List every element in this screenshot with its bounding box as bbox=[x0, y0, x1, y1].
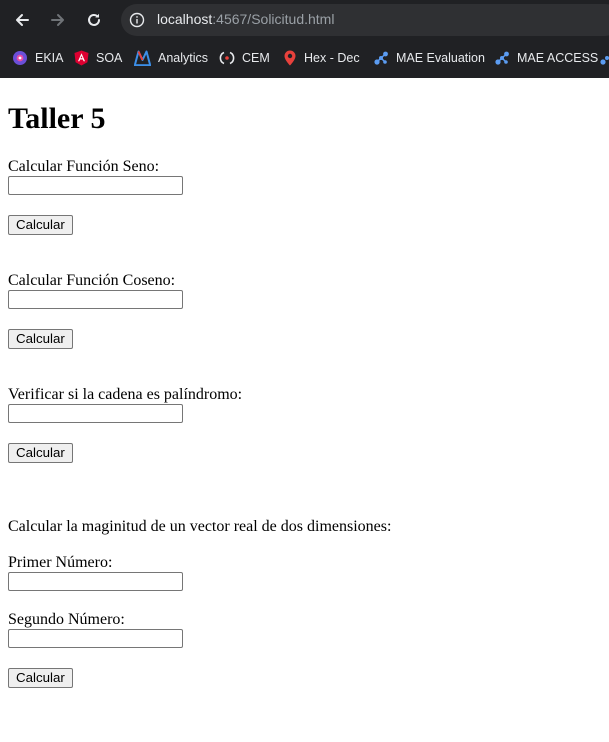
bookmark-label: MAE Evaluation bbox=[396, 51, 485, 65]
molecule-icon bbox=[374, 51, 388, 65]
primer-numero-label: Primer Número: bbox=[8, 554, 113, 571]
coseno-input[interactable] bbox=[8, 290, 183, 309]
url-text: localhost:4567/Solicitud.html bbox=[157, 11, 334, 27]
seno-calcular-button[interactable]: Calcular bbox=[8, 215, 73, 235]
bookmark-analytics[interactable]: Analytics bbox=[134, 49, 208, 67]
bookmark-mae-evaluation[interactable]: MAE Evaluation bbox=[373, 49, 485, 67]
analytics-m-icon bbox=[134, 50, 151, 66]
bookmarks-bar: EKIA SOA Analytics CEM Hex - Dec MAE Eva… bbox=[0, 39, 609, 78]
ekia-icon bbox=[13, 51, 27, 65]
cem-icon bbox=[219, 51, 235, 65]
forward-arrow-icon[interactable] bbox=[46, 8, 70, 32]
coseno-calcular-button[interactable]: Calcular bbox=[8, 329, 73, 349]
bookmark-soa[interactable]: SOA bbox=[74, 49, 122, 67]
seno-label: Calcular Función Seno: bbox=[8, 158, 160, 175]
reload-icon[interactable] bbox=[82, 8, 106, 32]
bookmark-label: Analytics bbox=[158, 51, 209, 65]
url-host: localhost bbox=[157, 11, 213, 27]
browser-toolbar: localhost:4567/Solicitud.html bbox=[0, 0, 609, 39]
primer-numero-input[interactable] bbox=[8, 572, 183, 591]
molecule-icon bbox=[600, 56, 609, 65]
bookmark-label: SOA bbox=[96, 51, 123, 65]
segundo-numero-label: Segundo Número: bbox=[8, 611, 125, 628]
bookmark-label: MAE ACCESS bbox=[517, 51, 599, 65]
segundo-numero-input[interactable] bbox=[8, 629, 183, 648]
bookmark-hex-dec[interactable]: Hex - Dec bbox=[283, 49, 360, 67]
seno-input[interactable] bbox=[8, 176, 183, 195]
palindromo-input[interactable] bbox=[8, 404, 183, 423]
vector-calcular-button[interactable]: Calcular bbox=[8, 668, 73, 688]
bookmark-label: Hex - Dec bbox=[304, 51, 360, 65]
bookmark-ekia[interactable]: EKIA bbox=[12, 49, 64, 67]
address-bar[interactable]: localhost:4567/Solicitud.html bbox=[121, 4, 609, 36]
url-path: :4567/Solicitud.html bbox=[212, 11, 335, 27]
palindromo-label: Verificar si la cadena es palíndromo: bbox=[8, 386, 243, 403]
back-arrow-icon[interactable] bbox=[10, 8, 34, 32]
page-title: Taller 5 bbox=[8, 102, 106, 135]
site-info-icon[interactable] bbox=[129, 12, 145, 28]
bookmark-label: EKIA bbox=[35, 51, 64, 65]
bookmark-overflow[interactable] bbox=[599, 49, 609, 67]
bookmark-mae-access[interactable]: MAE ACCESS bbox=[494, 49, 598, 67]
coseno-label: Calcular Función Coseno: bbox=[8, 272, 176, 289]
map-pin-icon bbox=[284, 50, 296, 66]
palindromo-calcular-button[interactable]: Calcular bbox=[8, 443, 73, 463]
molecule-icon bbox=[495, 51, 509, 65]
angular-icon bbox=[74, 50, 89, 66]
bookmark-label: CEM bbox=[242, 51, 270, 65]
vector-heading: Calcular la maginitud de un vector real … bbox=[8, 518, 392, 535]
bookmark-cem[interactable]: CEM bbox=[219, 49, 270, 67]
